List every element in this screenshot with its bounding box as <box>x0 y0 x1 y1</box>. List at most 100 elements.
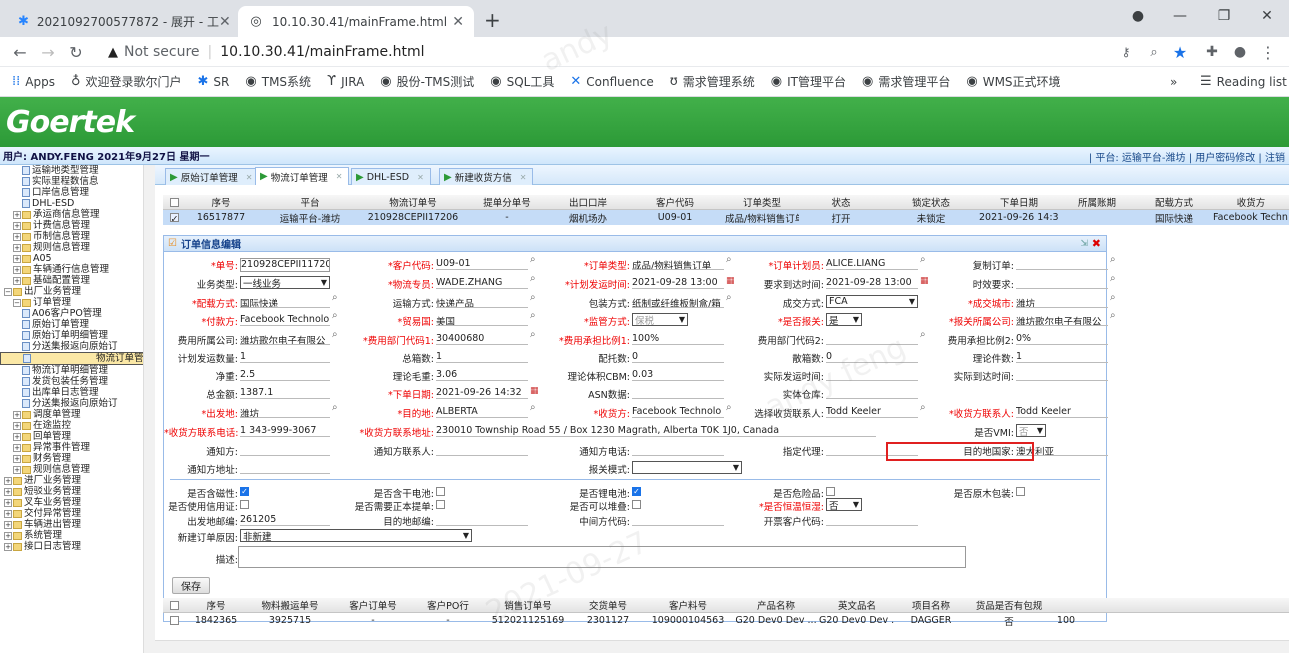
close-tab-icon[interactable]: ✕ <box>520 173 527 182</box>
text-field[interactable]: 30400680 <box>436 333 528 345</box>
sidebar-item[interactable]: DHL-ESD <box>0 198 154 209</box>
checkbox[interactable] <box>632 500 641 509</box>
sidebar-item[interactable]: + 币制信息管理 <box>0 231 154 242</box>
checkbox[interactable] <box>240 500 249 509</box>
text-field[interactable]: 261205 <box>240 514 330 526</box>
sidebar-item[interactable]: + 进厂业务管理 <box>0 475 154 486</box>
expand-icon[interactable]: + <box>13 221 21 230</box>
expand-icon[interactable]: + <box>13 232 21 241</box>
text-field[interactable]: WADE.ZHANG <box>436 277 528 289</box>
text-field[interactable]: 国际快递 <box>240 296 330 308</box>
horizontal-scrollbar[interactable] <box>155 640 1289 653</box>
text-field[interactable]: 0 <box>632 351 724 363</box>
checkbox[interactable] <box>1016 487 1025 496</box>
close-tab-icon[interactable]: ✕ <box>219 14 231 30</box>
bookmark-it-platform[interactable]: ◉ IT管理平台 <box>771 73 846 90</box>
text-field[interactable]: 230010 Township Road 55 / Box 1230 Magra… <box>436 425 876 437</box>
sidebar-item[interactable]: 原始订单明细管理 <box>0 330 154 341</box>
pin-icon[interactable]: ⇲ <box>1080 239 1088 249</box>
tab-new-consignee[interactable]: ▶ 新建收货方信 ✕ <box>439 168 534 185</box>
text-field[interactable] <box>436 444 528 456</box>
text-field[interactable] <box>240 462 330 474</box>
tab-dhl-esd[interactable]: ▶ DHL-ESD ✕ <box>351 168 431 185</box>
bookmark-sql[interactable]: ◉ SQL工具 <box>490 73 554 90</box>
sidebar-item[interactable]: + 规则信息管理 <box>0 464 154 475</box>
expand-icon[interactable]: + <box>4 531 12 540</box>
text-field[interactable]: 0% <box>1016 333 1108 345</box>
sidebar-item[interactable]: + 接口日志管理 <box>0 541 154 552</box>
select-all-checkbox[interactable] <box>163 600 185 611</box>
sidebar-scrollbar[interactable] <box>143 165 155 653</box>
close-tab-icon[interactable]: ✕ <box>452 14 464 30</box>
sidebar-item[interactable]: + 调度单管理 <box>0 409 154 420</box>
expand-icon[interactable]: + <box>13 254 21 263</box>
expand-icon[interactable]: + <box>13 421 21 430</box>
row-checkbox[interactable]: ✓ <box>163 212 185 223</box>
menu-icon[interactable]: ⋮ <box>1256 41 1280 63</box>
text-field[interactable]: 1 <box>240 351 330 363</box>
expand-icon[interactable]: + <box>4 509 12 518</box>
select-field[interactable]: 保税 ▼ <box>632 313 688 327</box>
table-row[interactable]: ✓ 16517877 运输平台-潍坊 210928CEPII17206 - 烟机场办 U09… <box>163 210 1289 225</box>
sidebar-item[interactable]: + 承运商信息管理 <box>0 209 154 220</box>
bookmark-req-platform[interactable]: ◉ 需求管理平台 <box>862 73 950 90</box>
text-field[interactable] <box>632 387 724 399</box>
expand-icon[interactable]: − <box>4 287 12 296</box>
text-field[interactable]: ALBERTA <box>436 406 528 418</box>
text-field[interactable]: 潍坊 <box>240 406 330 418</box>
sidebar-item[interactable]: + 车辆通行信息管理 <box>0 264 154 275</box>
text-field[interactable] <box>1016 258 1108 270</box>
text-field[interactable]: 3.06 <box>436 369 528 381</box>
text-field[interactable] <box>632 514 724 526</box>
expand-icon[interactable]: − <box>13 298 21 307</box>
sidebar-item[interactable]: + 叉车业务管理 <box>0 497 154 508</box>
sidebar-item[interactable]: 物流订单管理 <box>0 352 154 365</box>
text-field[interactable]: 2021-09-28 13:00 <box>632 277 724 289</box>
sidebar-item[interactable]: + 车辆进出管理 <box>0 519 154 530</box>
tab-logistics-orders[interactable]: ▶ 物流订单管理 ✕ <box>255 167 350 185</box>
lookup-icon[interactable]: ⌕ <box>1110 310 1116 321</box>
bookmark-confluence[interactable]: ✕ Confluence <box>570 74 653 89</box>
text-field[interactable] <box>240 444 330 456</box>
checkbox[interactable]: ✓ <box>240 487 249 496</box>
zoom-icon[interactable]: ⌕ <box>1142 41 1166 63</box>
select-field[interactable]: 一线业务 ▼ <box>240 276 330 290</box>
select-field[interactable]: 否 ▼ <box>826 498 862 512</box>
select-field[interactable]: 否 ▼ <box>1016 424 1046 438</box>
select-all-checkbox[interactable] <box>163 197 185 208</box>
sidebar-item[interactable]: + 系统管理 <box>0 530 154 541</box>
checkbox[interactable] <box>436 487 445 496</box>
text-field[interactable]: 0.03 <box>632 369 724 381</box>
text-field[interactable] <box>826 387 918 399</box>
account-icon[interactable]: ● <box>1228 41 1252 63</box>
close-tab-icon[interactable]: ✕ <box>336 172 343 181</box>
bookmark-sr[interactable]: ✱ SR <box>198 74 230 89</box>
sidebar-item[interactable]: − 订单管理 <box>0 297 154 308</box>
close-tab-icon[interactable]: ✕ <box>246 173 253 182</box>
sidebar-item[interactable]: 物流订单明细管理 <box>0 365 154 376</box>
sidebar-item[interactable]: + 回单管理 <box>0 431 154 442</box>
text-field[interactable]: 1387.1 <box>240 387 330 399</box>
sidebar-item[interactable]: 分送集报返向原始订 <box>0 341 154 352</box>
text-field[interactable] <box>632 444 724 456</box>
save-button[interactable]: 保存 <box>172 577 210 594</box>
text-field[interactable]: 210928CEPII11720 <box>240 258 330 272</box>
sidebar-item[interactable]: + A05 <box>0 253 154 264</box>
text-field[interactable] <box>826 369 918 381</box>
text-field[interactable] <box>1016 369 1108 381</box>
close-tab-icon[interactable]: ✕ <box>417 173 424 182</box>
text-field[interactable] <box>1016 277 1108 289</box>
description-textarea[interactable] <box>238 546 966 568</box>
expand-icon[interactable]: + <box>13 243 21 252</box>
browser-tab-jira[interactable]: ✱ 2021092700577872 - 展开 - 工 ✕ <box>8 6 240 37</box>
reading-list[interactable]: ☰ Reading list <box>1200 74 1287 89</box>
text-field[interactable]: 潍坊歌尔电子有限公 <box>1016 314 1108 326</box>
text-field[interactable]: 快递产品 <box>436 296 528 308</box>
text-field[interactable]: 潍坊歌尔电子有限公 <box>240 333 330 345</box>
sidebar-item[interactable]: + 交付异常管理 <box>0 508 154 519</box>
lookup-icon[interactable]: ⌕ <box>1110 254 1116 265</box>
expand-icon[interactable]: + <box>13 276 21 285</box>
text-field[interactable]: 1 <box>436 351 528 363</box>
select-field[interactable]: FCA ▼ <box>826 295 918 308</box>
lookup-icon[interactable]: ⌕ <box>1110 273 1116 284</box>
